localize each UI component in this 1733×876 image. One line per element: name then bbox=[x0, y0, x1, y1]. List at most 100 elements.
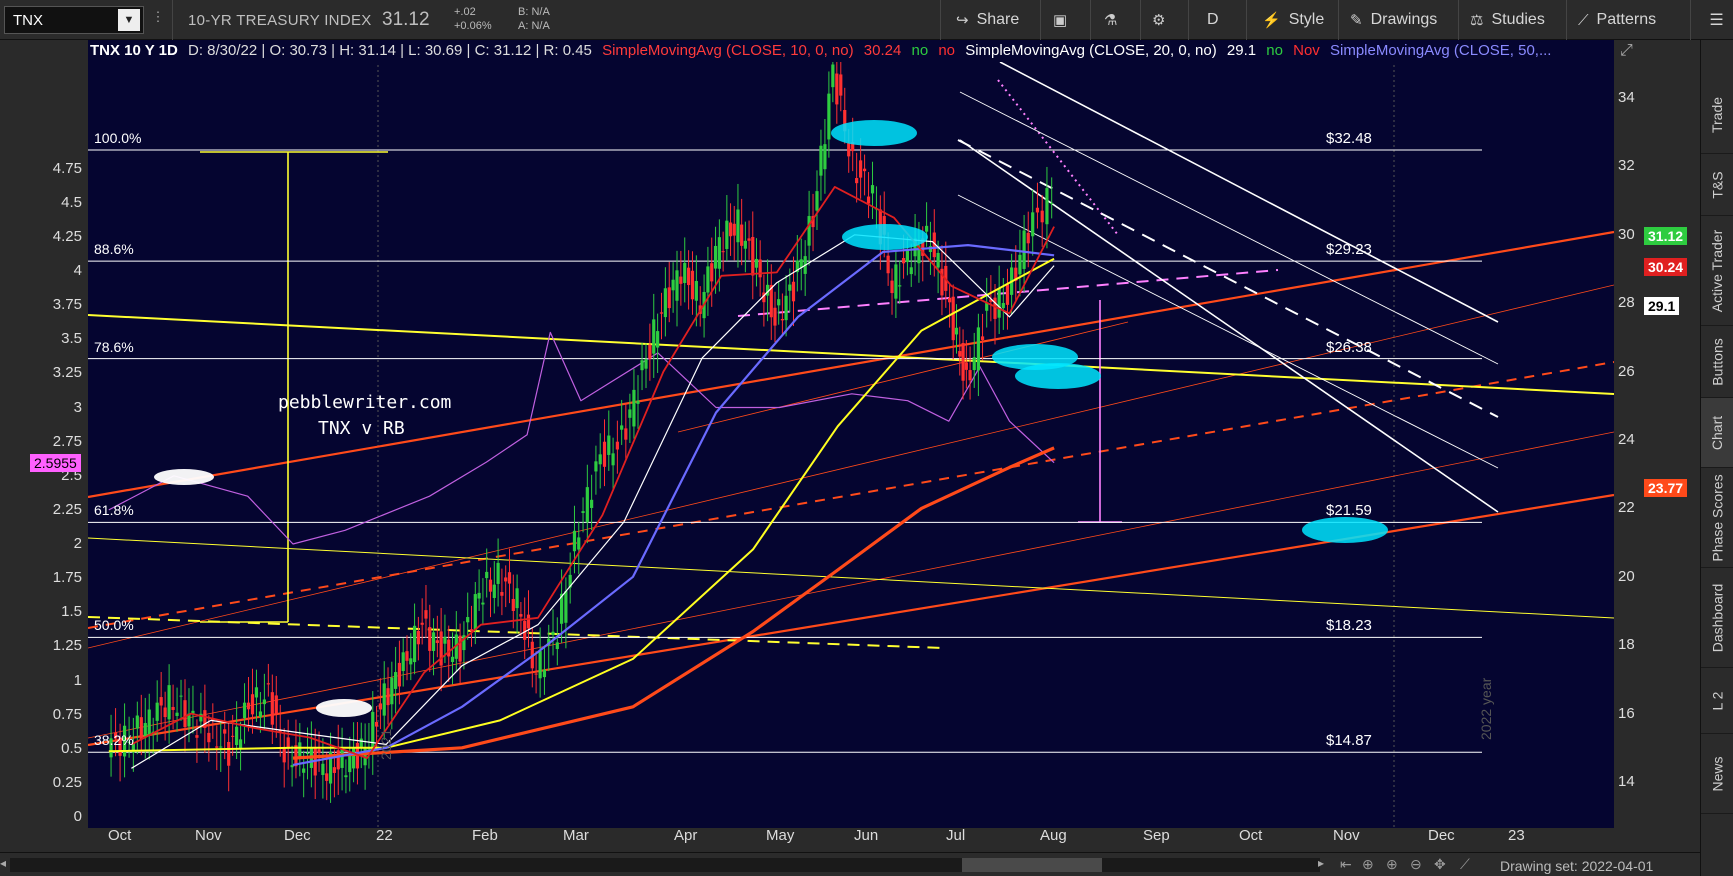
scroll-left-icon[interactable]: ◂ bbox=[0, 856, 6, 870]
fib-percent-label: 78.6% bbox=[94, 338, 134, 355]
sma10-label[interactable]: SimpleMovingAvg (CLOSE, 10, 0, no) bbox=[602, 42, 854, 59]
side-tab-t-s[interactable]: T&S bbox=[1701, 154, 1733, 216]
price-bar-body bbox=[1050, 202, 1054, 204]
price-bar-body bbox=[163, 707, 167, 718]
price-bar-body bbox=[736, 209, 740, 243]
price-bar-body bbox=[747, 238, 751, 241]
price-bar-body bbox=[717, 237, 721, 269]
symbol-selector[interactable]: TNX ▼ bbox=[4, 6, 144, 34]
fib-price-label: $21.59 bbox=[1326, 502, 1372, 520]
price-bar-body bbox=[590, 499, 594, 508]
collapse-icon[interactable]: ⤢ bbox=[1620, 42, 1633, 60]
price-bar-body bbox=[235, 726, 239, 746]
price-plot[interactable] bbox=[88, 40, 1614, 828]
price-bar-body bbox=[954, 327, 959, 335]
price-change: +.02 +0.06% bbox=[454, 5, 492, 33]
left-axis-tick: 1.75 bbox=[52, 569, 82, 587]
scroll-right-icon[interactable]: ▸ bbox=[1318, 856, 1324, 870]
fib-percent-label: 88.6% bbox=[94, 241, 134, 258]
price-bar-body bbox=[725, 220, 729, 249]
left-axis-tick: 3.75 bbox=[52, 296, 82, 314]
fib-price-label: $26.38 bbox=[1326, 338, 1372, 356]
left-axis-tick: 3.25 bbox=[52, 364, 82, 382]
price-bar-body bbox=[758, 259, 762, 278]
fib-percent-label: 50.0% bbox=[94, 617, 134, 634]
price-bar-body bbox=[175, 712, 179, 716]
sma20-flag-1: no bbox=[1266, 42, 1283, 59]
price-bar-body bbox=[732, 223, 736, 236]
settings-button[interactable]: ⚙ bbox=[1152, 0, 1173, 40]
draw-icon[interactable]: ⟋ bbox=[1460, 856, 1470, 873]
share-button[interactable]: ↪ Share bbox=[956, 0, 1019, 40]
price-bar-body bbox=[321, 763, 325, 776]
side-tab-label: Phase Scores bbox=[1709, 473, 1726, 562]
side-tab-l-2[interactable]: L 2 bbox=[1701, 668, 1733, 734]
x-axis-tick: Sep bbox=[1143, 827, 1170, 844]
price-bar-body bbox=[227, 741, 231, 766]
price-bar-body bbox=[751, 236, 755, 276]
side-tab-buttons[interactable]: Buttons bbox=[1701, 326, 1733, 398]
price-bar-body bbox=[155, 702, 159, 721]
studies-button[interactable]: ⚖ Studies bbox=[1470, 0, 1545, 40]
zoom-out-icon[interactable]: ⊖ bbox=[1410, 856, 1422, 873]
pencil-icon: ✎ bbox=[1350, 12, 1363, 29]
price-bar-body bbox=[611, 453, 615, 466]
price-bar-body bbox=[607, 435, 611, 455]
aggregation-button[interactable]: D bbox=[1207, 0, 1219, 40]
top-toolbar: TNX ▼ ⋮ 10-YR TREASURY INDEX 31.12 +.02 … bbox=[0, 0, 1733, 40]
price-bar-body bbox=[171, 706, 175, 710]
toolbar-divider bbox=[1040, 0, 1041, 40]
price-bar-body bbox=[675, 270, 679, 301]
price-bar-body bbox=[839, 74, 843, 96]
style-button[interactable]: ⚡ Style bbox=[1262, 0, 1324, 40]
fib-price-label: $14.87 bbox=[1326, 732, 1372, 750]
sma10-flag-2: no bbox=[938, 42, 956, 59]
price-bar-body bbox=[325, 773, 329, 781]
crosshair-icon[interactable]: ⊕ bbox=[1362, 856, 1374, 873]
scroll-track[interactable] bbox=[10, 858, 1320, 872]
drawings-button[interactable]: ✎ Drawings bbox=[1350, 0, 1437, 40]
price-bar-body bbox=[207, 732, 211, 743]
link-icon[interactable]: ⋮ bbox=[151, 9, 165, 31]
price-bar-body bbox=[378, 703, 382, 710]
sma50-label[interactable]: SimpleMovingAvg (CLOSE, 50,... bbox=[1330, 42, 1551, 59]
left-axis-tick: 0.5 bbox=[61, 739, 82, 757]
drawing-set-label[interactable]: Drawing set: 2022-04-01 bbox=[1500, 858, 1653, 874]
menu-button[interactable]: ☰ bbox=[1700, 0, 1733, 40]
side-tab-active-trader[interactable]: Active Trader bbox=[1701, 216, 1733, 326]
marker-ellipse bbox=[316, 699, 372, 717]
symbol-input[interactable]: TNX bbox=[5, 12, 118, 29]
price-bar-body bbox=[443, 636, 447, 644]
chevron-down-icon[interactable]: ▼ bbox=[118, 9, 140, 31]
scroll-thumb[interactable] bbox=[962, 858, 1102, 872]
price-bar-body bbox=[909, 267, 913, 275]
price-bar-body bbox=[394, 672, 398, 689]
sma20-label[interactable]: SimpleMovingAvg (CLOSE, 20, 0, no) bbox=[965, 42, 1217, 59]
side-tab-dashboard[interactable]: Dashboard bbox=[1701, 568, 1733, 668]
price-bar-body bbox=[636, 400, 640, 404]
side-tab-news[interactable]: News bbox=[1701, 734, 1733, 814]
x-axis-tick: Feb bbox=[472, 827, 498, 844]
side-tab-chart[interactable]: Chart bbox=[1701, 398, 1733, 468]
chart-layout-button[interactable]: ▣ bbox=[1053, 0, 1075, 40]
price-bar-body bbox=[968, 370, 972, 381]
price-bar-body bbox=[223, 729, 227, 734]
price-bar-body bbox=[1040, 210, 1044, 223]
left-axis-tick: 0 bbox=[73, 808, 82, 825]
patterns-button[interactable]: ⟋ Patterns bbox=[1578, 0, 1656, 40]
expand-icon[interactable]: ⇤ bbox=[1340, 856, 1352, 873]
pan-icon[interactable]: ✥ bbox=[1434, 856, 1446, 873]
studies-lab-button[interactable]: ⚗ bbox=[1104, 0, 1125, 40]
side-tab-phase-scores[interactable]: Phase Scores bbox=[1701, 468, 1733, 568]
price-bar-body bbox=[807, 216, 811, 246]
right-axis-tick: 20 bbox=[1618, 567, 1635, 585]
fib-percent-label: 100.0% bbox=[94, 129, 142, 146]
price-bar-body bbox=[420, 622, 424, 625]
price-bar-body bbox=[620, 425, 624, 430]
zoom-in-icon[interactable]: ⊕ bbox=[1386, 856, 1398, 873]
price-bar-body bbox=[901, 258, 906, 264]
side-tab-trade[interactable]: Trade bbox=[1701, 76, 1733, 154]
side-tab-label: T&S bbox=[1709, 170, 1726, 199]
x-axis-tick: 23 bbox=[1508, 827, 1525, 844]
price-bar-body bbox=[258, 711, 263, 718]
